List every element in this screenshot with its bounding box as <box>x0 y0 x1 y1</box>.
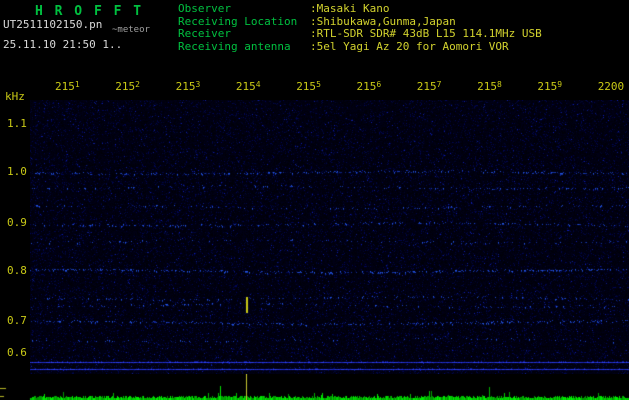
info-value: :5el Yagi Az 20 for Aomori VOR <box>310 39 509 53</box>
time-tick-label: 2152 <box>115 80 140 93</box>
hrofft-screen: H R O F F T UT2511102150.pn ~meteor 25.1… <box>0 0 629 400</box>
time-tick-label: 2151 <box>55 80 80 93</box>
time-tick-label: 2154 <box>235 80 261 93</box>
spectrogram-canvas <box>30 100 629 374</box>
info-row-antenna: Receiving antenna :5el Yagi Az 20 for Ao… <box>178 39 626 54</box>
output-file-name: UT2511102150.pn <box>3 18 103 31</box>
file-note: ~meteor <box>112 25 150 35</box>
time-tick-label: 2158 <box>477 80 502 93</box>
y-axis-unit-label: kHz <box>5 90 25 103</box>
info-label: Receiver <box>178 27 231 40</box>
time-tick-label: 2157 <box>416 80 442 93</box>
time-tick-label: 2159 <box>537 80 563 93</box>
info-label: Receiving antenna <box>178 39 291 53</box>
info-row-receiver: Receiver :RTL-SDR SDR# 43dB L15 114.1MHz… <box>178 27 626 41</box>
datetime-line: 25.11.10 21:50 1.. <box>3 38 123 51</box>
info-value: :RTL-SDR SDR# 43dB L15 114.1MHz USB <box>310 27 542 40</box>
signal-level-strip-canvas <box>0 374 629 400</box>
time-tick-label: 2155 <box>296 80 321 93</box>
time-tick-label: 2156 <box>356 80 382 93</box>
time-tick-label: 2153 <box>175 80 201 93</box>
info-label: Observer <box>178 2 231 15</box>
app-title: H R O F F T <box>35 4 144 19</box>
info-row-observer: Observer :Masaki Kano <box>178 2 626 16</box>
time-tick-label: 2200 <box>597 80 625 93</box>
info-value: :Masaki Kano <box>310 2 390 15</box>
station-info: Observer :Masaki Kano Receiving Location… <box>178 2 626 54</box>
